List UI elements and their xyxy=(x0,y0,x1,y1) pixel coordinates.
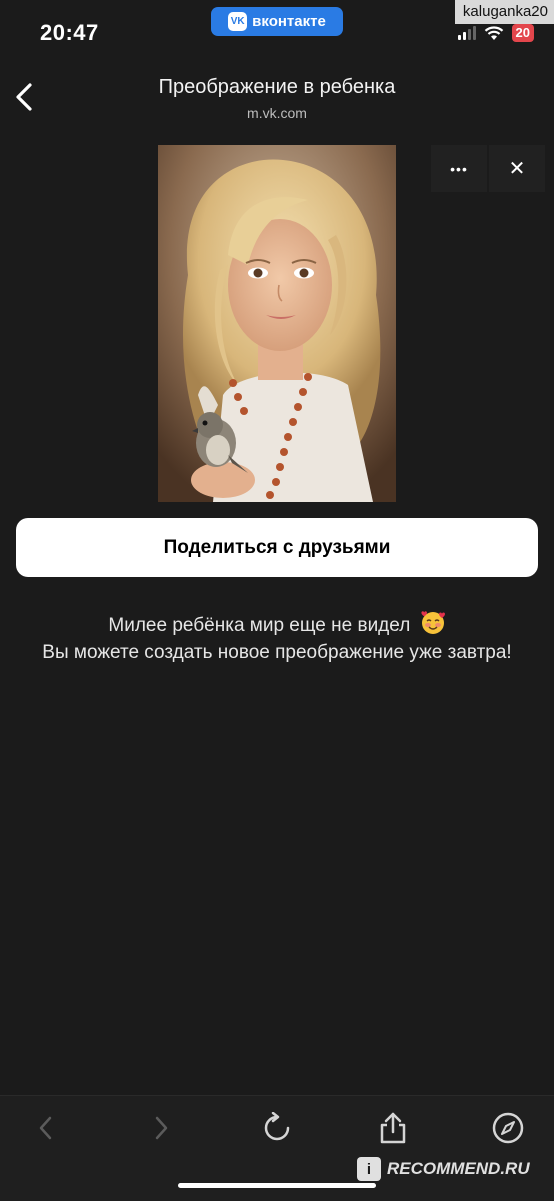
cellular-signal-icon xyxy=(457,26,476,40)
share-with-friends-button[interactable]: Поделиться с друзьями xyxy=(16,518,538,577)
message-line-1-text: Милее ребёнка мир еще не видел xyxy=(108,615,411,636)
toolbar-compass-button[interactable] xyxy=(488,1108,528,1148)
toolbar-back-button[interactable] xyxy=(26,1108,66,1148)
more-options-button[interactable]: ••• xyxy=(431,145,487,192)
message-line-2: Вы можете создать новое преображение уже… xyxy=(42,642,512,663)
recommend-watermark: i RECOMMEND.RU xyxy=(357,1157,530,1181)
more-icon: ••• xyxy=(450,160,468,177)
vk-logo-icon: VK xyxy=(228,12,248,31)
compass-icon xyxy=(492,1112,524,1144)
vk-app-badge-label: вконтакте xyxy=(252,13,326,30)
child-portrait-image xyxy=(158,145,396,502)
transformed-photo xyxy=(158,145,396,502)
page-header: Преображение в ребенка m.vk.com xyxy=(0,64,554,134)
wifi-icon xyxy=(484,25,503,40)
page-url: m.vk.com xyxy=(247,105,307,121)
close-button[interactable]: ✕ xyxy=(489,145,545,192)
toolbar-share-button[interactable] xyxy=(373,1108,413,1148)
reload-icon xyxy=(264,1112,290,1141)
back-icon xyxy=(39,1116,52,1140)
recommend-logo-icon: i xyxy=(357,1157,381,1181)
recommend-watermark-text: RECOMMEND.RU xyxy=(387,1159,530,1178)
system-icons: 20 xyxy=(457,24,534,42)
home-indicator[interactable] xyxy=(178,1183,376,1188)
overlay-controls: ••• ✕ xyxy=(431,145,545,192)
message-line-1: Милее ребёнка мир еще не видел xyxy=(20,610,534,639)
smiling-face-with-hearts-icon xyxy=(420,611,445,634)
toolbar-forward-button[interactable] xyxy=(141,1108,181,1148)
status-bar: 20:47 VK вконтакте kaluganka20 20 xyxy=(0,0,554,64)
username-watermark: kaluganka20 xyxy=(454,0,554,24)
page-title: Преображение в ребенка xyxy=(158,76,396,98)
vk-app-badge[interactable]: VK вконтакте xyxy=(211,7,343,36)
toolbar-reload-button[interactable] xyxy=(257,1108,297,1148)
forward-icon xyxy=(155,1116,168,1140)
share-icon xyxy=(380,1112,406,1144)
close-icon: ✕ xyxy=(508,158,526,180)
battery-indicator: 20 xyxy=(511,24,534,42)
status-time: 20:47 xyxy=(40,20,99,45)
result-message: Милее ребёнка мир еще не видел Вы можете… xyxy=(20,610,534,666)
